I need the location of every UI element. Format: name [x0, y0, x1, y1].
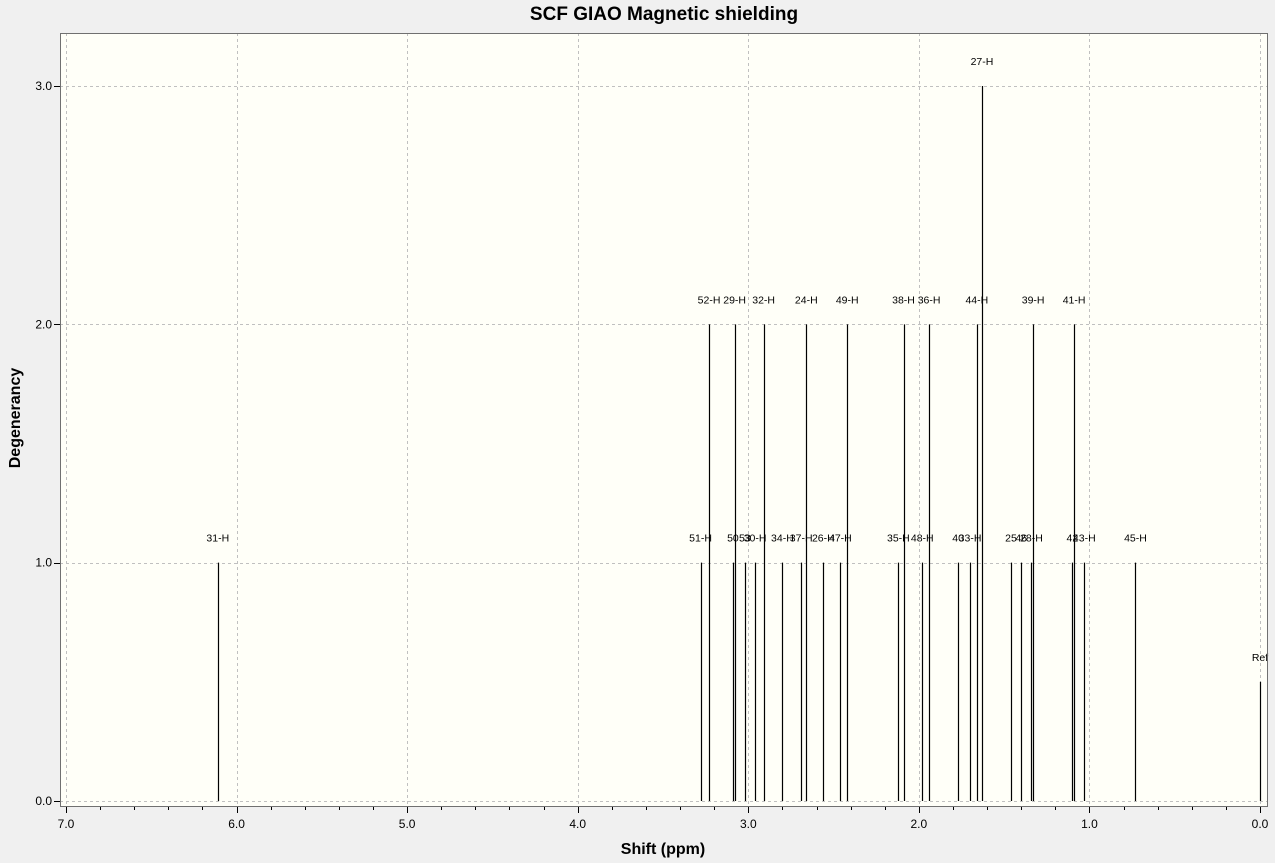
peak-label: Ref	[1252, 652, 1268, 664]
peak-label: 31-H	[206, 533, 229, 545]
x-tick-label: 3.0	[740, 817, 757, 831]
x-tick-label: 1.0	[1081, 817, 1098, 831]
peak-label: 41-H	[1063, 294, 1086, 306]
x-tick-label: 4.0	[569, 817, 586, 831]
chart-title: SCF GIAO Magnetic shielding	[530, 4, 798, 25]
y-tick-label: 3.0	[35, 79, 52, 93]
peak-label: 28-H	[1020, 533, 1043, 545]
peak-label: 52-H	[698, 294, 721, 306]
peak-label: 32-H	[752, 294, 775, 306]
peak-label: 45-H	[1124, 533, 1147, 545]
peak-label: 49-H	[836, 294, 859, 306]
x-tick-label: 6.0	[228, 817, 245, 831]
peak-label: 37-H	[790, 533, 813, 545]
x-axis-title: Shift (ppm)	[621, 841, 705, 858]
peak-label: 43-H	[1073, 533, 1096, 545]
y-axis-title: Degenerancy	[7, 368, 24, 469]
peak-label: 29-H	[723, 294, 746, 306]
y-tick-label: 0.0	[35, 794, 52, 808]
peak-label: 39-H	[1022, 294, 1045, 306]
peak-label: 36-H	[918, 294, 941, 306]
peak-label: 30-H	[744, 533, 767, 545]
nmr-spectrum-chart: SCF GIAO Magnetic shielding 7.0 6.0 5.0 4.0…	[7, 4, 1269, 858]
peak-label: 24-H	[795, 294, 818, 306]
peak-label: 35-H	[887, 533, 910, 545]
x-tick-label: 2.0	[911, 817, 928, 831]
y-tick-label: 2.0	[35, 317, 52, 331]
x-tick-label: 7.0	[58, 817, 75, 831]
y-tick-label: 1.0	[35, 556, 52, 570]
peak-label: 51-H	[689, 533, 712, 545]
peak-label: 44-H	[965, 294, 988, 306]
plot-area	[60, 33, 1268, 807]
peak-label: 38-H	[892, 294, 915, 306]
peak-label: 48-H	[911, 533, 934, 545]
peak-label: 50	[727, 533, 739, 545]
x-tick-label: 0.0	[1252, 817, 1269, 831]
peak-label: 27-H	[971, 56, 994, 68]
x-tick-label: 5.0	[399, 817, 416, 831]
peak-label: 47-H	[829, 533, 852, 545]
